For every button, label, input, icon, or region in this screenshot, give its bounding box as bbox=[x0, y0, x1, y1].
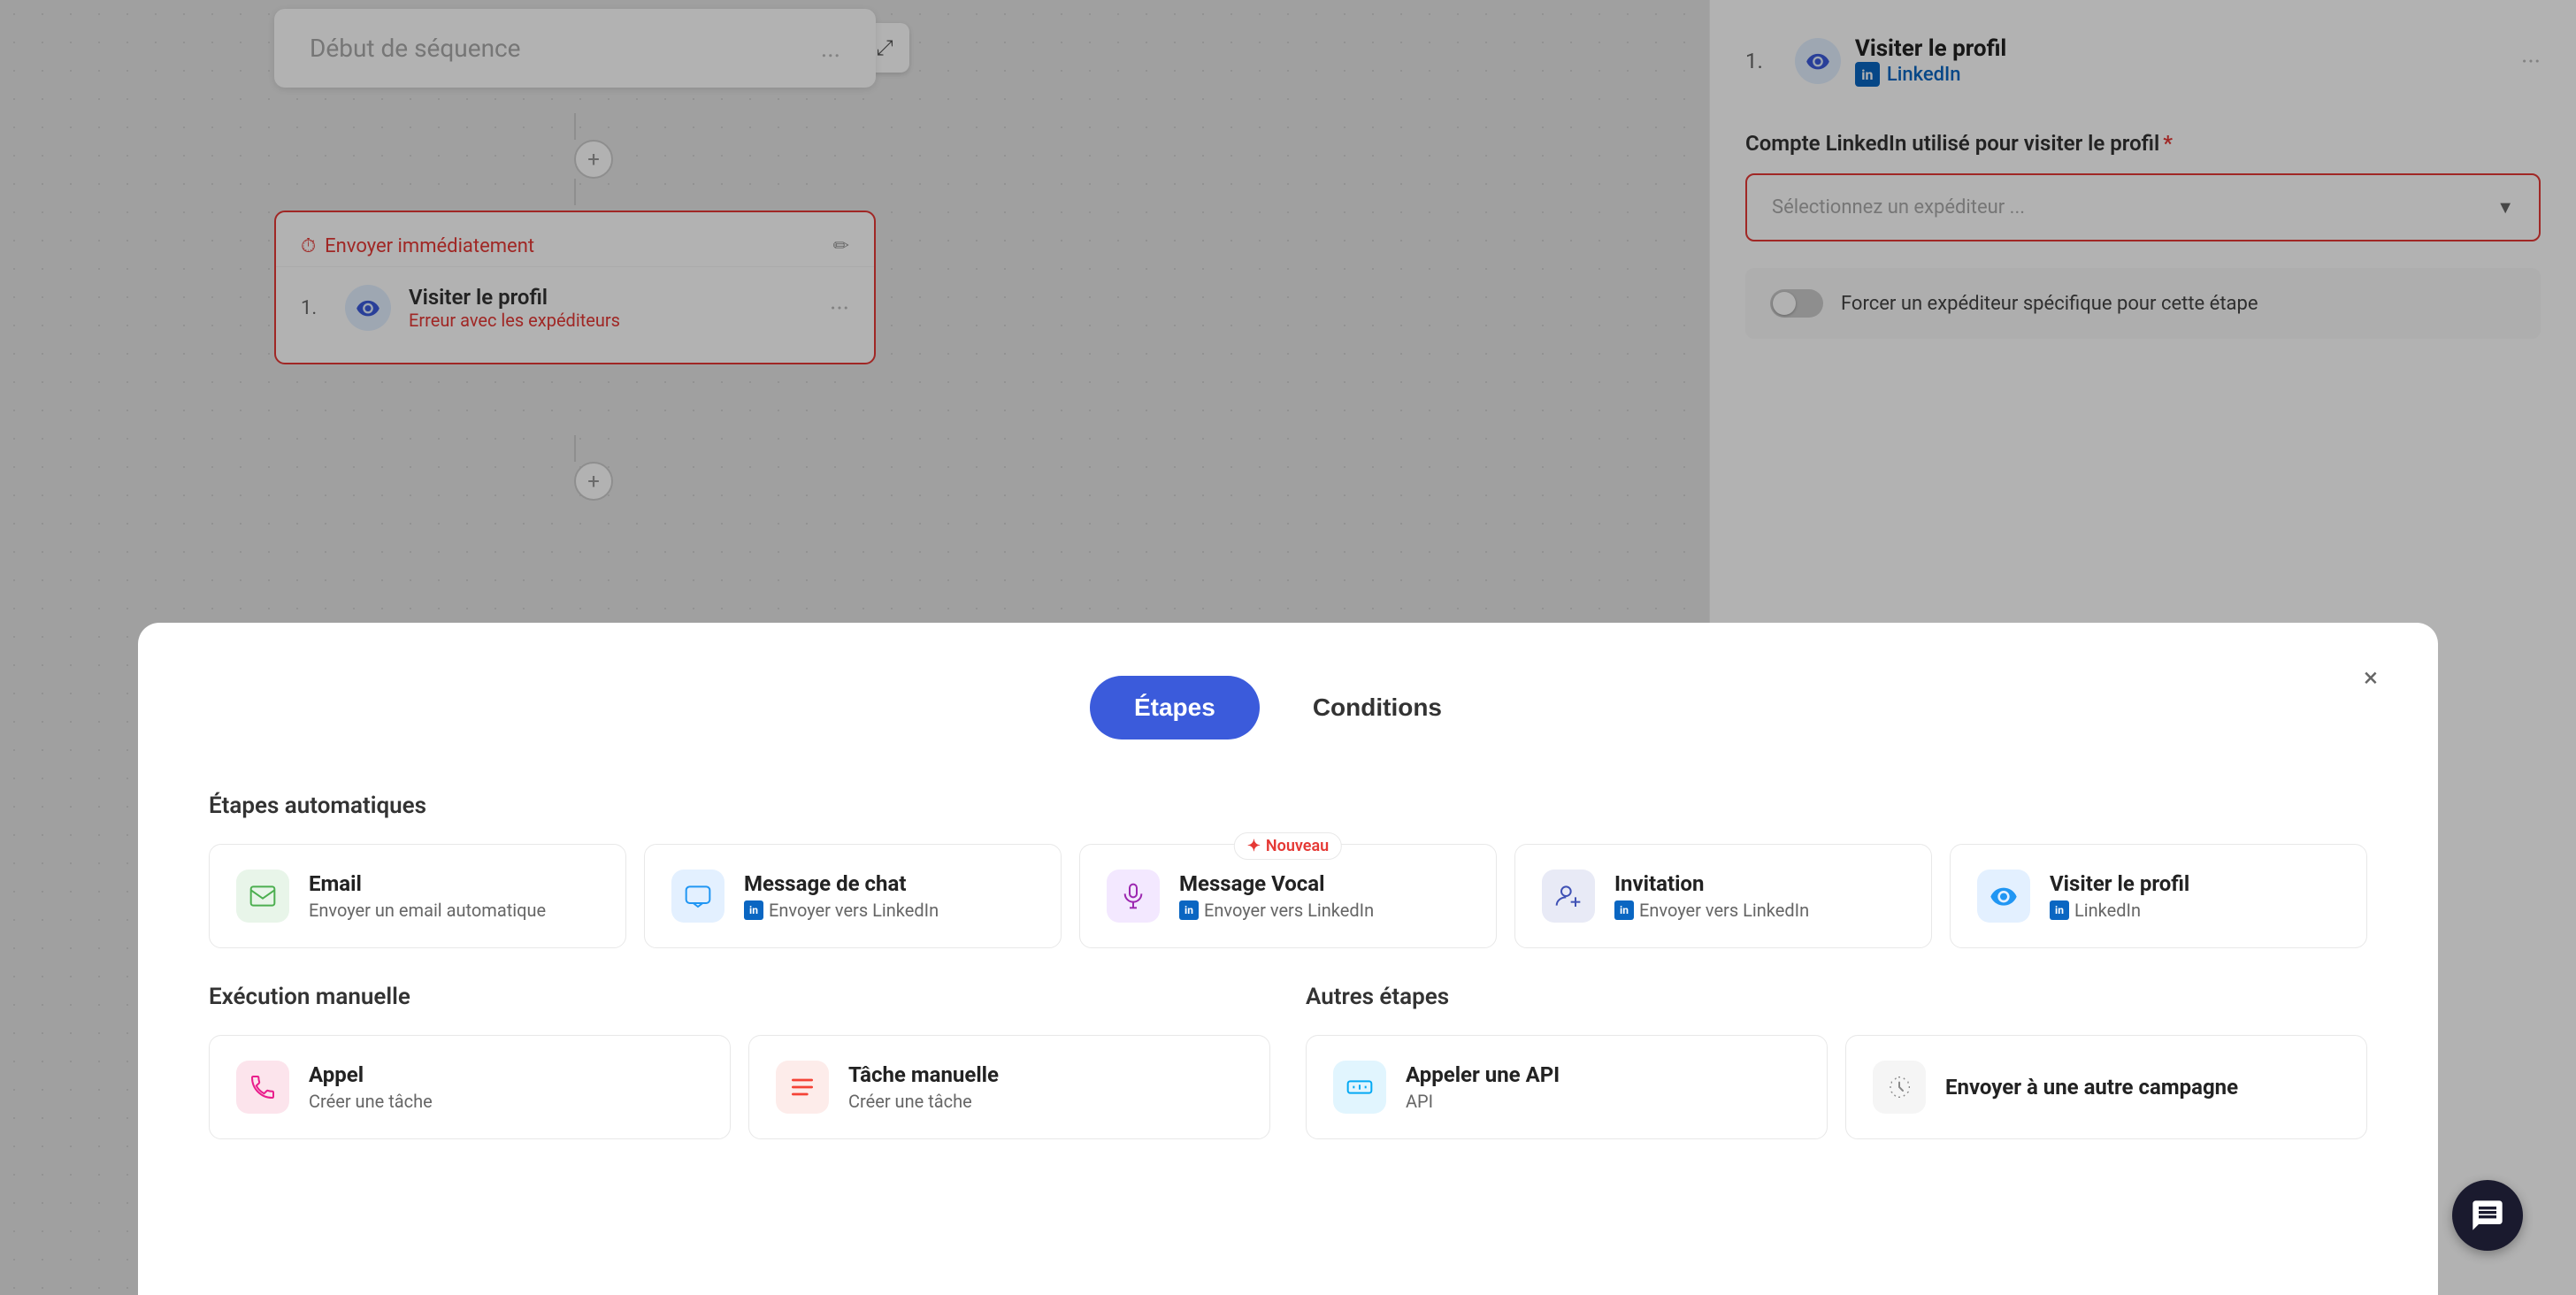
nouveau-badge: ✦ Nouveau bbox=[1234, 832, 1342, 860]
card-visiter-profil[interactable]: Visiter le profil in LinkedIn bbox=[1950, 844, 2367, 948]
chat-subtitle: in Envoyer vers LinkedIn bbox=[744, 900, 939, 921]
invitation-subtitle: in Envoyer vers LinkedIn bbox=[1614, 900, 1809, 921]
modal-overlay: × Étapes Conditions Étapes automatiques … bbox=[0, 0, 2576, 1295]
visiter-icon-wrap bbox=[1977, 870, 2030, 923]
appel-subtitle: Créer une tâche bbox=[309, 1091, 433, 1112]
api-title: Appeler une API bbox=[1406, 1062, 1560, 1087]
api-subtitle: API bbox=[1406, 1091, 1560, 1112]
li-icon-chat: in bbox=[744, 900, 763, 920]
visiter-title: Visiter le profil bbox=[2050, 871, 2189, 896]
manual-section-title: Exécution manuelle bbox=[209, 984, 1270, 1010]
appel-title: Appel bbox=[309, 1062, 433, 1087]
li-icon-invitation: in bbox=[1614, 900, 1634, 920]
vocal-title: Message Vocal bbox=[1179, 871, 1374, 896]
email-icon bbox=[249, 882, 277, 910]
tache-subtitle: Créer une tâche bbox=[848, 1091, 999, 1112]
chat-bubble-icon bbox=[2470, 1198, 2505, 1233]
tab-etapes[interactable]: Étapes bbox=[1090, 676, 1260, 739]
modal-close-button[interactable]: × bbox=[2348, 655, 2394, 701]
card-message-chat[interactable]: Message de chat in Envoyer vers LinkedIn bbox=[644, 844, 1062, 948]
li-icon-vocal: in bbox=[1179, 900, 1199, 920]
vocal-icon-wrap bbox=[1107, 870, 1160, 923]
vocal-card-text: Message Vocal in Envoyer vers LinkedIn bbox=[1179, 871, 1374, 921]
other-section: Autres étapes Appe bbox=[1306, 984, 2367, 1175]
appel-icon-wrap bbox=[236, 1061, 289, 1114]
manual-section: Exécution manuelle Appel Créer une tâche bbox=[209, 984, 1270, 1175]
other-section-title: Autres étapes bbox=[1306, 984, 2367, 1010]
visiter-subtitle: in LinkedIn bbox=[2050, 900, 2189, 921]
campagne-title: Envoyer à une autre campagne bbox=[1945, 1075, 2238, 1100]
email-icon-wrap bbox=[236, 870, 289, 923]
chat-card-text: Message de chat in Envoyer vers LinkedIn bbox=[744, 871, 939, 921]
chat-icon-wrap bbox=[671, 870, 724, 923]
invitation-title: Invitation bbox=[1614, 871, 1809, 896]
tache-icon-wrap bbox=[776, 1061, 829, 1114]
vocal-subtitle: in Envoyer vers LinkedIn bbox=[1179, 900, 1374, 921]
campagne-card-text: Envoyer à une autre campagne bbox=[1945, 1075, 2238, 1100]
star-icon: ✦ bbox=[1247, 837, 1261, 855]
hand-icon bbox=[1885, 1073, 1913, 1101]
email-subtitle: Envoyer un email automatique bbox=[309, 900, 546, 921]
other-cards-row: Appeler une API API Env bbox=[1306, 1035, 2367, 1139]
auto-cards-row: Email Envoyer un email automatique Messa… bbox=[209, 844, 2367, 948]
tab-bar: Étapes Conditions bbox=[209, 676, 2367, 739]
email-card-text: Email Envoyer un email automatique bbox=[309, 871, 546, 921]
card-email[interactable]: Email Envoyer un email automatique bbox=[209, 844, 626, 948]
card-autre-campagne[interactable]: Envoyer à une autre campagne bbox=[1845, 1035, 2367, 1139]
visiter-card-text: Visiter le profil in LinkedIn bbox=[2050, 871, 2189, 921]
api-icon-wrap bbox=[1333, 1061, 1386, 1114]
chat-support-button[interactable] bbox=[2452, 1180, 2523, 1251]
card-invitation[interactable]: Invitation in Envoyer vers LinkedIn bbox=[1514, 844, 1932, 948]
li-icon-visiter: in bbox=[2050, 900, 2069, 920]
nouveau-label: Nouveau bbox=[1266, 837, 1329, 855]
invitation-card-text: Invitation in Envoyer vers LinkedIn bbox=[1614, 871, 1809, 921]
person-add-icon bbox=[1554, 882, 1583, 910]
bottom-sections: Exécution manuelle Appel Créer une tâche bbox=[209, 984, 2367, 1175]
manual-cards-row: Appel Créer une tâche bbox=[209, 1035, 1270, 1139]
api-card-text: Appeler une API API bbox=[1406, 1062, 1560, 1112]
card-tache-manuelle[interactable]: Tâche manuelle Créer une tâche bbox=[748, 1035, 1270, 1139]
email-title: Email bbox=[309, 871, 546, 896]
card-message-vocal[interactable]: ✦ Nouveau Message Vocal in Envoyer bbox=[1079, 844, 1497, 948]
card-api[interactable]: Appeler une API API bbox=[1306, 1035, 1828, 1139]
tache-title: Tâche manuelle bbox=[848, 1062, 999, 1087]
appel-card-text: Appel Créer une tâche bbox=[309, 1062, 433, 1112]
task-icon bbox=[788, 1073, 816, 1101]
auto-section-title: Étapes automatiques bbox=[209, 793, 2367, 819]
phone-icon bbox=[249, 1073, 277, 1101]
tache-card-text: Tâche manuelle Créer une tâche bbox=[848, 1062, 999, 1112]
add-step-modal: × Étapes Conditions Étapes automatiques … bbox=[138, 623, 2438, 1295]
microphone-icon bbox=[1119, 882, 1147, 910]
campagne-icon-wrap bbox=[1873, 1061, 1926, 1114]
card-appel[interactable]: Appel Créer une tâche bbox=[209, 1035, 731, 1139]
chat-title: Message de chat bbox=[744, 871, 939, 896]
eye-icon-card bbox=[1990, 882, 2018, 910]
chat-icon bbox=[684, 882, 712, 910]
invitation-icon-wrap bbox=[1542, 870, 1595, 923]
api-icon bbox=[1346, 1073, 1374, 1101]
tab-conditions[interactable]: Conditions bbox=[1269, 676, 1486, 739]
